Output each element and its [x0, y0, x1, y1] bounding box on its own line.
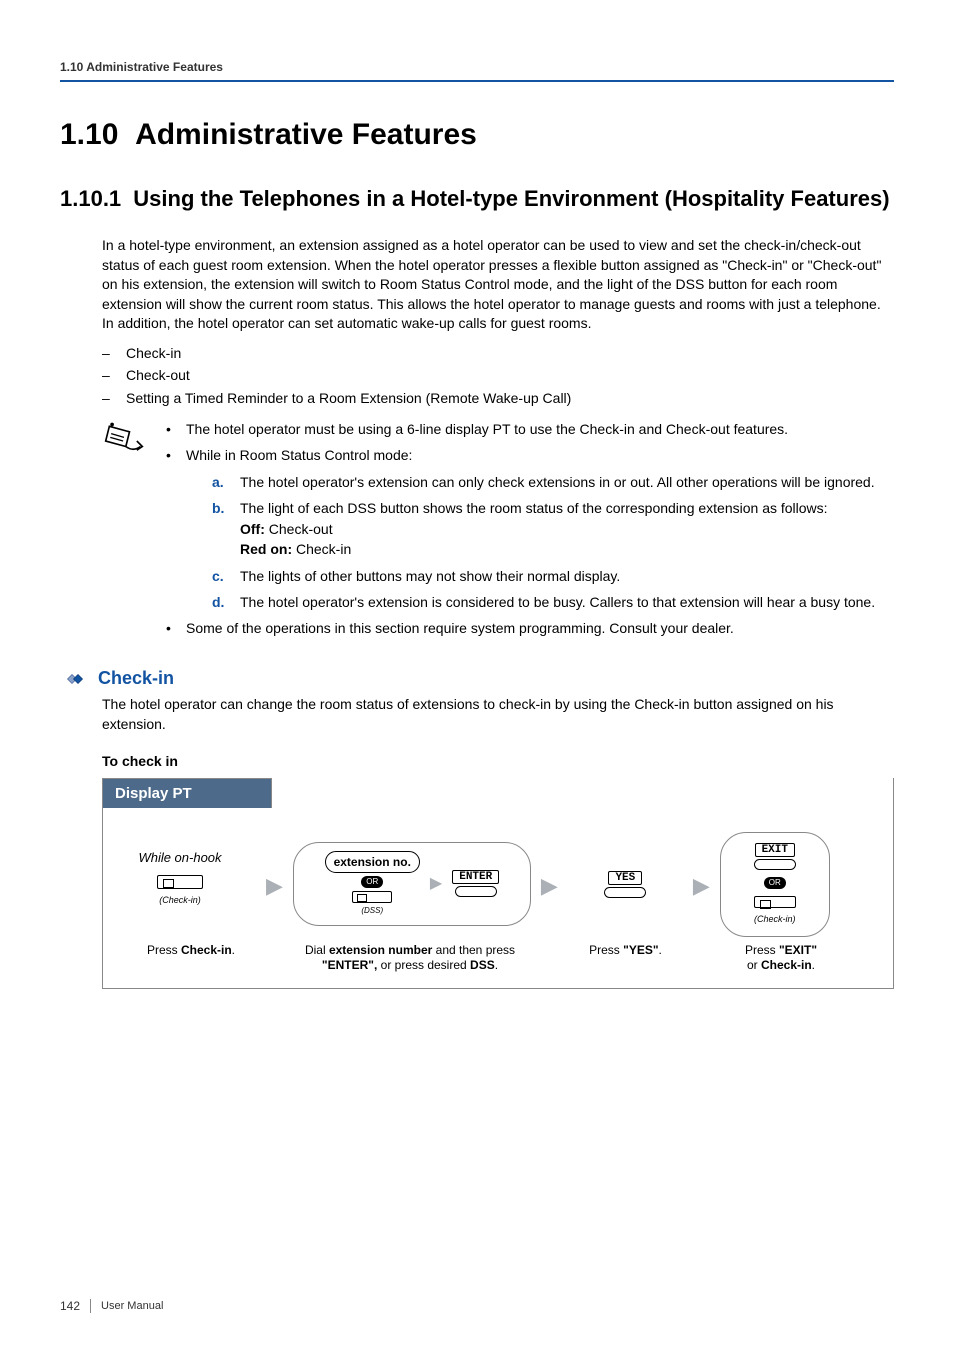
note-bullet-1: The hotel operator must be using a 6-lin…: [164, 419, 894, 439]
arrow-icon: ▶: [264, 873, 285, 899]
status-off-label: Off:: [240, 521, 265, 537]
checkin-button-caption: (Check-in): [754, 914, 796, 924]
alpha-b-lead: The light of each DSS button shows the r…: [240, 500, 828, 516]
status-red: Red on: Check-in: [240, 540, 894, 560]
status-red-label: Red on:: [240, 541, 292, 557]
chapter-number: 1.10: [60, 118, 118, 151]
step-exit-group: EXIT OR (Check-in): [720, 832, 830, 937]
link-check-out[interactable]: Check-out: [102, 364, 894, 386]
enter-label: ENTER: [452, 870, 499, 884]
manual-label: User Manual: [101, 1300, 163, 1312]
alpha-c-text: The lights of other buttons may not show…: [240, 568, 620, 584]
diamond-icon: [60, 670, 90, 688]
note-bullet-2-text: While in Room Status Control mode:: [186, 447, 412, 463]
mini-arrow-icon: ▶: [430, 873, 442, 893]
caption-step4: Press "EXIT" or Check-in.: [706, 943, 856, 974]
intro-paragraph: In a hotel-type environment, an extensio…: [102, 236, 894, 334]
step-extension-group: extension no. OR (DSS) ▶ ENTER: [293, 842, 531, 926]
checkin-button-icon: [157, 875, 203, 889]
on-hook-label: While on-hook: [138, 850, 221, 865]
status-off-value: Check-out: [269, 521, 333, 537]
procedure-box: Display PT While on-hook (Check-in) ▶ ex…: [102, 778, 894, 989]
note-bullet-list: The hotel operator must be using a 6-lin…: [164, 419, 894, 644]
to-check-in-label: To check in: [102, 753, 894, 769]
yes-label: YES: [608, 871, 642, 885]
dss-button-icon: [352, 891, 392, 903]
note-icon: [102, 419, 146, 468]
alpha-c: c.The lights of other buttons may not sh…: [212, 566, 894, 586]
arrow-icon: ▶: [539, 873, 560, 899]
status-off: Off: Check-out: [240, 520, 894, 540]
dss-caption: (DSS): [361, 906, 383, 915]
enter-softkey-icon: [455, 886, 497, 897]
checkin-heading: Check-in: [98, 668, 174, 689]
section-text: Using the Telephones in a Hotel-type Env…: [133, 186, 889, 212]
page-number: 142: [60, 1299, 80, 1313]
alpha-list: a.The hotel operator's extension can onl…: [186, 472, 894, 612]
arrow-icon: ▶: [691, 873, 712, 899]
section-number: 1.10.1: [60, 186, 121, 212]
yes-softkey-icon: [604, 887, 646, 898]
header-rule: [60, 80, 894, 82]
note-bullet-3: Some of the operations in this section r…: [164, 618, 894, 638]
checkin-button-caption: (Check-in): [159, 895, 201, 905]
note-bullet-2: While in Room Status Control mode: a.The…: [164, 445, 894, 612]
checkin-button-icon: [754, 896, 796, 908]
procedure-titlebar: Display PT: [102, 778, 272, 808]
page-footer: 142 User Manual: [60, 1299, 163, 1313]
alpha-a-text: The hotel operator's extension can only …: [240, 474, 875, 490]
alpha-b: b. The light of each DSS button shows th…: [212, 498, 894, 559]
link-check-in[interactable]: Check-in: [102, 342, 894, 364]
running-header: 1.10 Administrative Features: [60, 60, 894, 74]
footer-divider: [90, 1299, 91, 1313]
status-red-value: Check-in: [296, 541, 351, 557]
caption-step2: Dial extension number and then press "EN…: [275, 943, 545, 974]
section-title: 1.10.1 Using the Telephones in a Hotel-t…: [60, 186, 894, 212]
exit-label: EXIT: [755, 843, 795, 857]
or-pill: OR: [361, 876, 383, 888]
chapter-title: 1.10 Administrative Features: [60, 118, 894, 152]
caption-step3: Press "YES".: [553, 943, 698, 974]
or-pill: OR: [764, 877, 786, 889]
feature-link-list: Check-in Check-out Setting a Timed Remin…: [102, 342, 894, 409]
chapter-text: Administrative Features: [135, 118, 477, 151]
alpha-d: d.The hotel operator's extension is cons…: [212, 592, 894, 612]
extension-no-box: extension no.: [325, 851, 420, 873]
checkin-paragraph: The hotel operator can change the room s…: [102, 695, 894, 734]
exit-softkey-icon: [754, 859, 796, 870]
alpha-a: a.The hotel operator's extension can onl…: [212, 472, 894, 492]
caption-step1: Press Check-in.: [115, 943, 267, 974]
alpha-d-text: The hotel operator's extension is consid…: [240, 594, 875, 610]
link-timed-reminder[interactable]: Setting a Timed Reminder to a Room Exten…: [102, 387, 894, 409]
